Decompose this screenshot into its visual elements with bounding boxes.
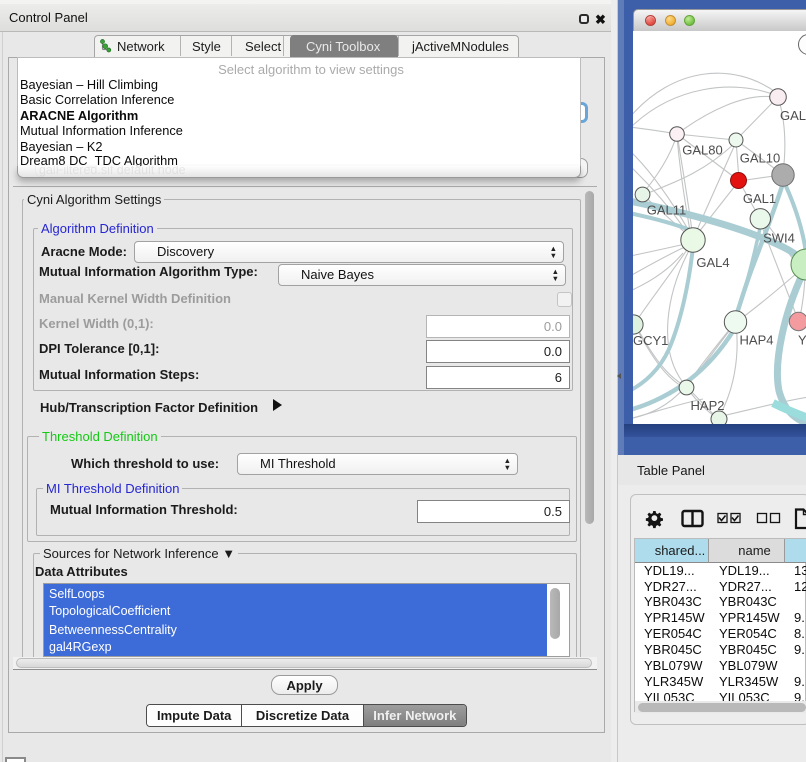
svg-text:HAP4: HAP4 <box>740 333 774 348</box>
svg-text:GAL4: GAL4 <box>696 255 729 270</box>
svg-text:GAL80: GAL80 <box>682 143 722 158</box>
svg-text:GAL2: GAL2 <box>780 108 806 123</box>
svg-text:GCY1: GCY1 <box>633 333 668 348</box>
svg-text:SWI4: SWI4 <box>763 231 795 246</box>
svg-text:HAP2: HAP2 <box>691 398 725 413</box>
svg-text:GAL11: GAL11 <box>647 203 687 218</box>
svg-text:GAL1: GAL1 <box>743 191 776 206</box>
svg-text:GAL10: GAL10 <box>740 151 780 166</box>
svg-text:Y: Y <box>798 333 806 348</box>
